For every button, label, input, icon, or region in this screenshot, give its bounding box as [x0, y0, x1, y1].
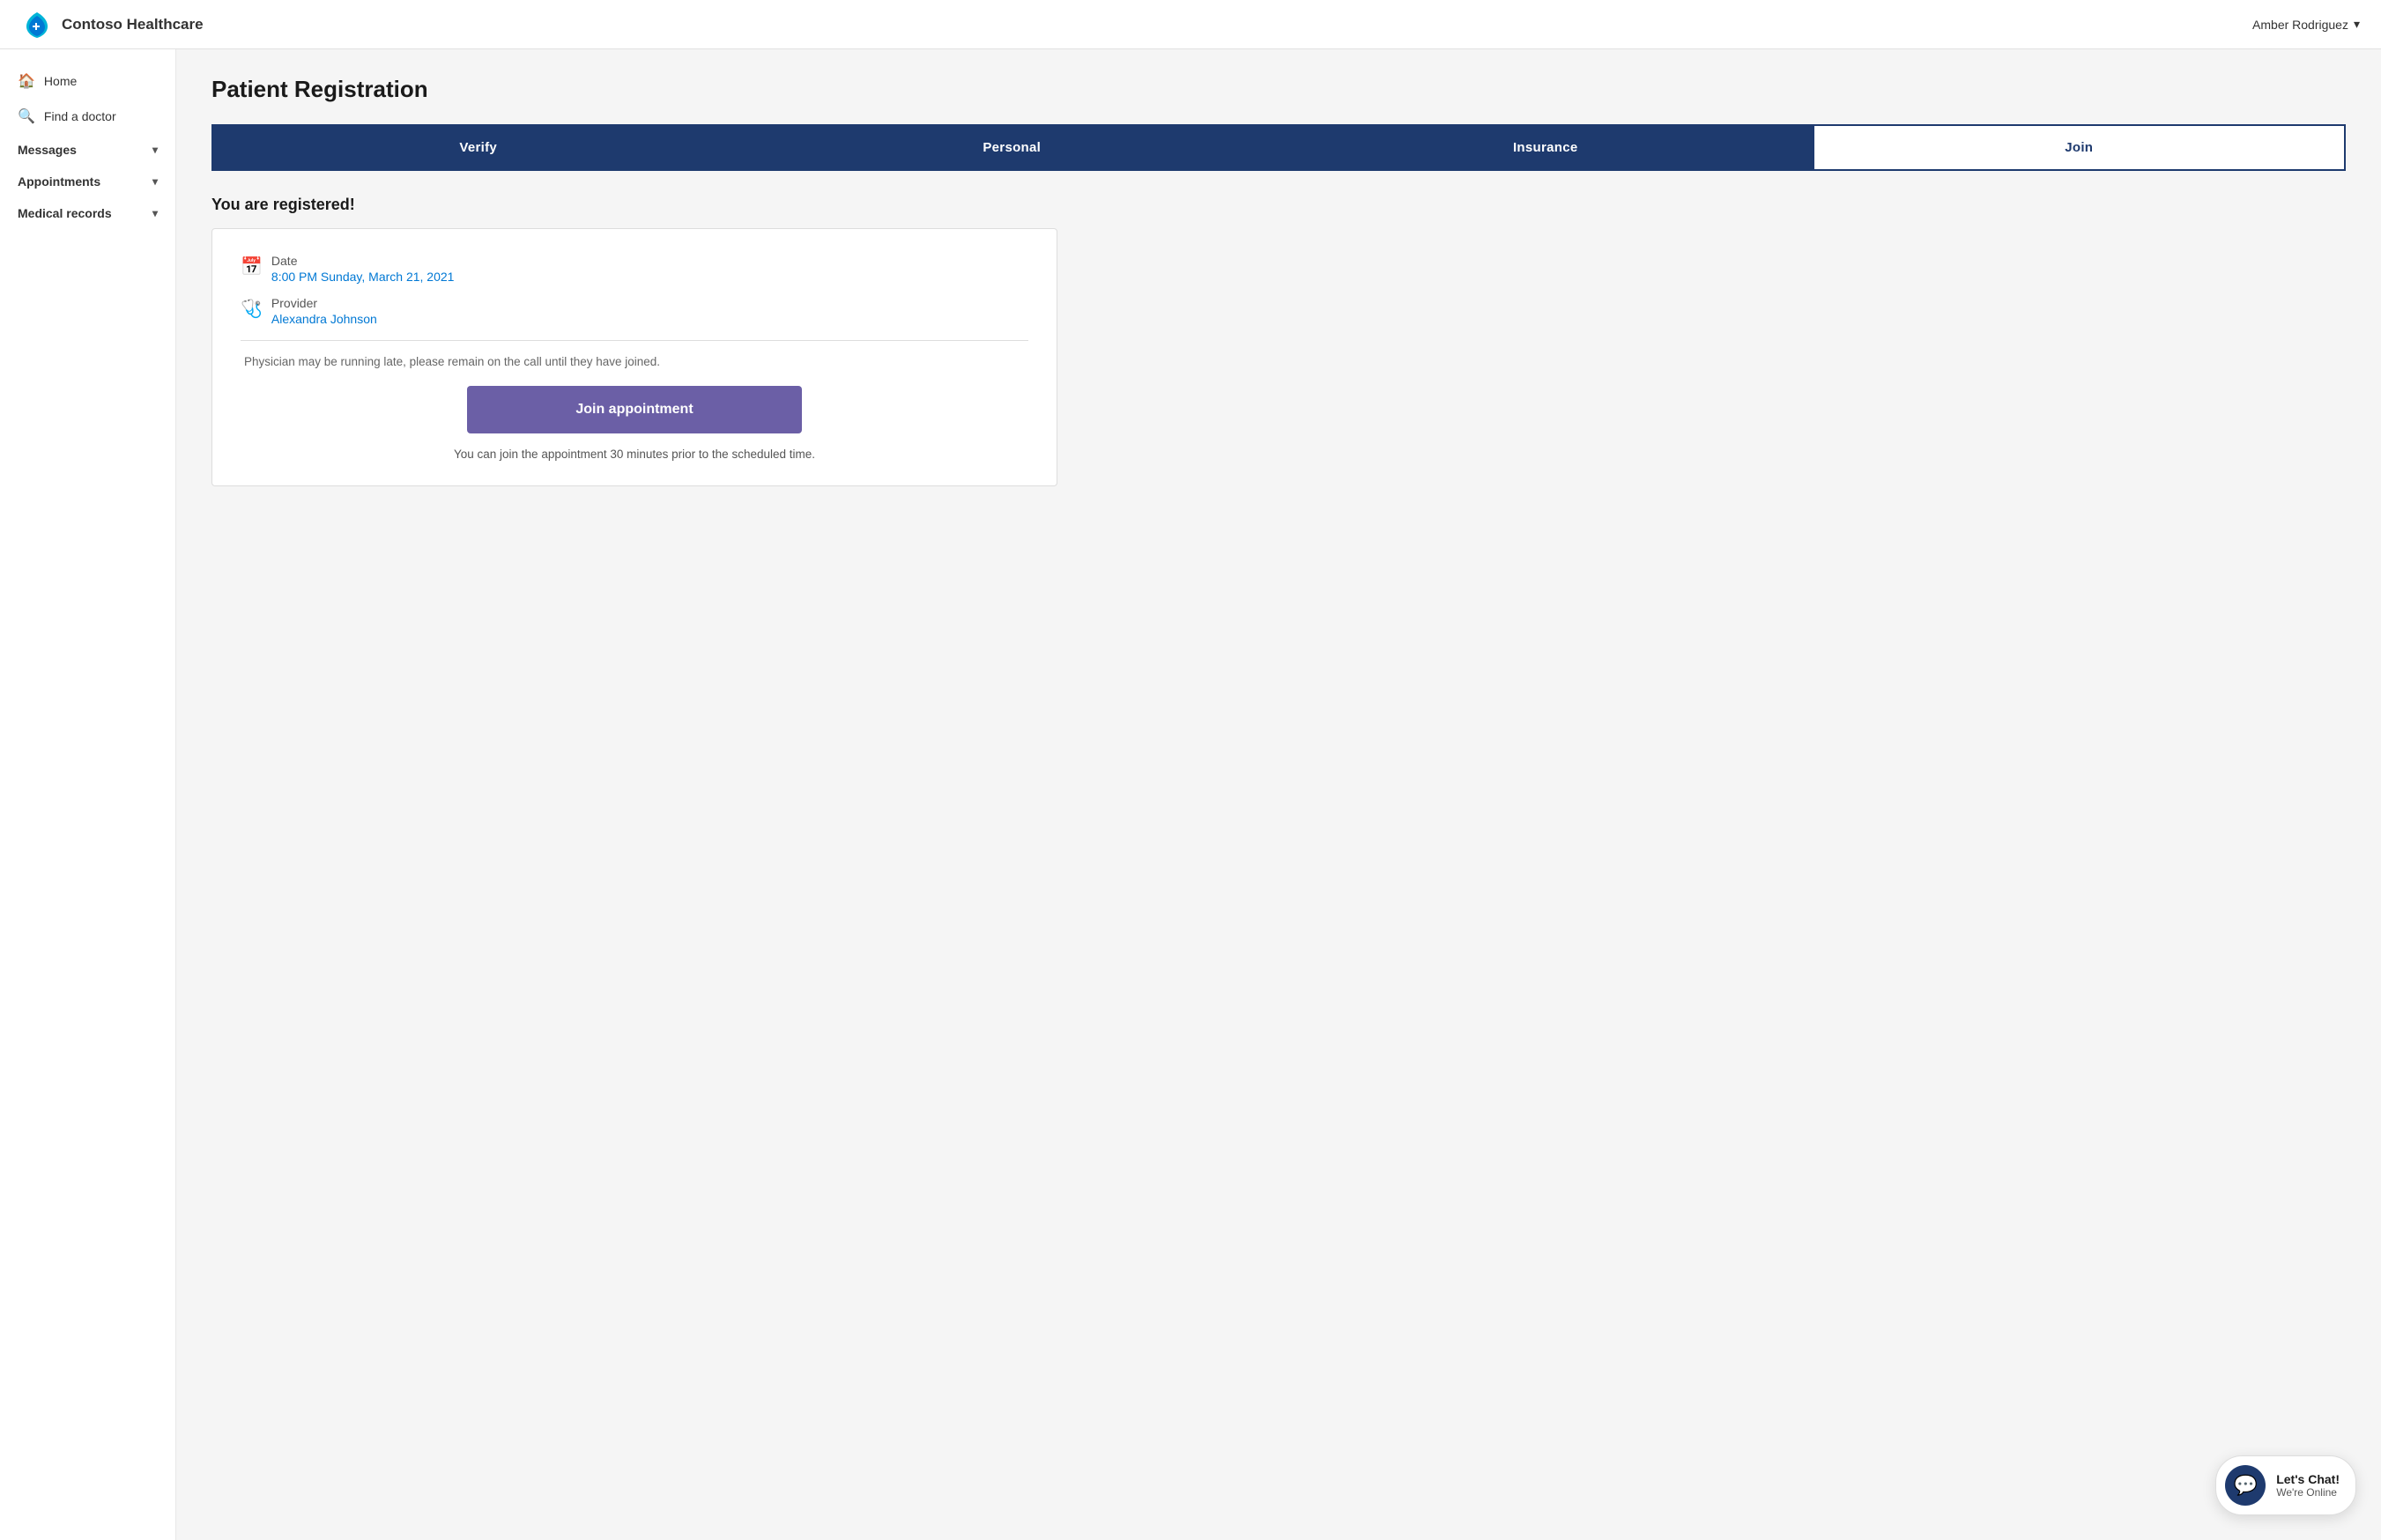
date-value: 8:00 PM Sunday, March 21, 2021: [271, 270, 455, 284]
home-icon: 🏠: [18, 72, 35, 90]
sidebar-item-messages[interactable]: Messages ▾: [0, 134, 175, 166]
step-personal[interactable]: Personal: [745, 124, 1280, 171]
card-divider: [241, 340, 1028, 341]
join-appointment-button[interactable]: Join appointment: [467, 386, 802, 433]
sidebar-home-label: Home: [44, 74, 77, 88]
step-insurance[interactable]: Insurance: [1279, 124, 1813, 171]
provider-row: 🩺 Provider Alexandra Johnson: [241, 296, 1028, 326]
brand-logo-icon: [21, 9, 53, 41]
page-title: Patient Registration: [211, 76, 2346, 103]
late-note: Physician may be running late, please re…: [241, 355, 1028, 368]
app-layout: 🏠 Home 🔍 Find a doctor Messages ▾ Appoin…: [0, 49, 2381, 1540]
step-verify[interactable]: Verify: [211, 124, 745, 171]
user-chevron-icon: ▾: [2354, 17, 2360, 32]
join-note: You can join the appointment 30 minutes …: [241, 448, 1028, 461]
chat-icon: 💬: [2225, 1465, 2266, 1506]
sidebar: 🏠 Home 🔍 Find a doctor Messages ▾ Appoin…: [0, 49, 176, 1540]
sidebar-item-medical-records[interactable]: Medical records ▾: [0, 197, 175, 229]
sidebar-item-appointments[interactable]: Appointments ▾: [0, 166, 175, 197]
app-header: Contoso Healthcare Amber Rodriguez ▾: [0, 0, 2381, 49]
chat-bubble-icon: 💬: [2234, 1474, 2258, 1497]
registration-steps: Verify Personal Insurance Join: [211, 124, 2346, 171]
date-field: Date 8:00 PM Sunday, March 21, 2021: [271, 254, 455, 284]
provider-value: Alexandra Johnson: [271, 312, 377, 326]
sidebar-find-doctor-label: Find a doctor: [44, 109, 116, 123]
main-content: Patient Registration Verify Personal Ins…: [176, 49, 2381, 1540]
brand-name: Contoso Healthcare: [62, 16, 204, 33]
medical-records-chevron-icon: ▾: [152, 207, 158, 219]
chat-text: Let's Chat! We're Online: [2276, 1472, 2340, 1499]
messages-chevron-icon: ▾: [152, 144, 158, 156]
find-doctor-icon: 🔍: [18, 107, 35, 125]
calendar-icon: 📅: [241, 255, 263, 278]
chat-widget[interactable]: 💬 Let's Chat! We're Online: [2215, 1455, 2356, 1515]
appointments-label: Appointments: [18, 174, 100, 189]
appointment-card: 📅 Date 8:00 PM Sunday, March 21, 2021 🩺 …: [211, 228, 1057, 486]
user-name: Amber Rodriguez: [2252, 18, 2348, 32]
sidebar-item-find-doctor[interactable]: 🔍 Find a doctor: [0, 99, 175, 134]
provider-icon: 🩺: [241, 298, 263, 320]
provider-label: Provider: [271, 296, 377, 310]
sidebar-item-home[interactable]: 🏠 Home: [0, 63, 175, 99]
logo-area: Contoso Healthcare: [21, 9, 204, 41]
appointments-chevron-icon: ▾: [152, 175, 158, 188]
provider-field: Provider Alexandra Johnson: [271, 296, 377, 326]
messages-label: Messages: [18, 143, 77, 157]
user-menu[interactable]: Amber Rodriguez ▾: [2252, 17, 2360, 32]
chat-status: We're Online: [2276, 1486, 2340, 1499]
chat-title: Let's Chat!: [2276, 1472, 2340, 1486]
date-row: 📅 Date 8:00 PM Sunday, March 21, 2021: [241, 254, 1028, 284]
medical-records-label: Medical records: [18, 206, 112, 220]
date-label: Date: [271, 254, 455, 268]
step-join[interactable]: Join: [1813, 124, 2347, 171]
registered-heading: You are registered!: [211, 196, 2346, 214]
